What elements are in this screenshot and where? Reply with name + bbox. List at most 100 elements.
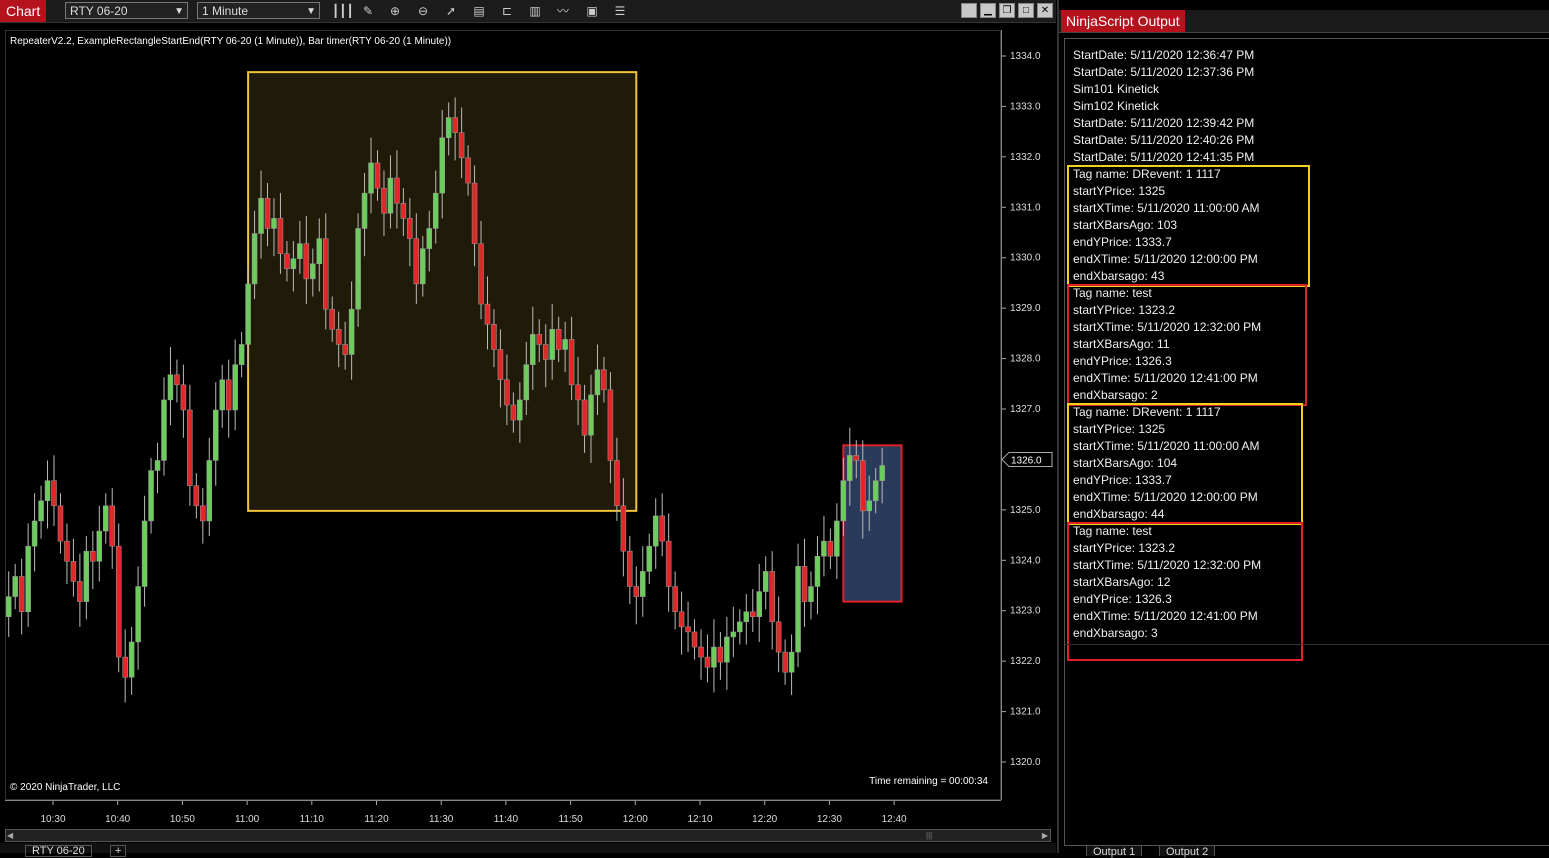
candle-body — [452, 117, 458, 133]
candle-body — [491, 324, 497, 350]
yellow-highlight-box — [1067, 165, 1310, 287]
time-axis[interactable]: 10:30 10:40 10:50 11:00 11:10 11:20 11:30 11:40… — [5, 800, 1001, 828]
candle-body — [730, 631, 737, 638]
candle-body — [232, 364, 238, 411]
tile-icon[interactable] — [961, 3, 977, 18]
candle-body — [109, 505, 115, 547]
yellow-highlight-box — [1067, 403, 1303, 525]
price-axis[interactable]: 1334.0 1333.0 1332.0 1331.0 1330.0 1329.0 1328… — [1001, 30, 1056, 800]
candle-body — [180, 384, 187, 411]
candle-body — [814, 556, 821, 587]
tab-output-1[interactable]: Output 1 — [1086, 845, 1143, 858]
candle-body — [808, 586, 814, 602]
scroll-left-icon[interactable]: ◀ — [7, 831, 13, 840]
instrument-select[interactable]: RTY 06-20 ▼ — [65, 2, 188, 19]
candle-body — [711, 646, 717, 668]
tab-output-2[interactable]: Output 2 — [1159, 845, 1216, 858]
output-text-panel[interactable]: StartDate: 5/11/2020 12:36:47 PM StartDat… — [1064, 38, 1549, 846]
candle-body — [329, 308, 335, 330]
candle-body — [213, 409, 219, 461]
candle-body — [607, 389, 614, 461]
menu-icon[interactable]: ☰ — [611, 3, 629, 19]
chart-toolbar: Chart RTY 06-20 ▼ 1 Minute ▼ ┃┃┃ ✎ ⊕ ⊖ ➚… — [0, 0, 1056, 23]
candle-body — [426, 228, 433, 249]
tab-rty[interactable]: RTY 06-20 — [25, 845, 92, 857]
candle-body — [872, 480, 879, 502]
time-remaining-text: Time remaining = 00:00:34 — [869, 776, 988, 787]
chart-scrollbar[interactable]: ◀ ||| ▶ — [5, 829, 1051, 842]
ninjascript-output-window: NinjaScript Output StartDate: 5/11/2020 … — [1057, 0, 1549, 858]
price-tick-label: 1322.0 — [1010, 656, 1041, 667]
time-tick-label: 11:50 — [558, 814, 583, 825]
candle-body — [478, 243, 484, 305]
price-tick-label: 1329.0 — [1010, 303, 1041, 314]
data-series-icon[interactable]: 〰 — [554, 3, 572, 19]
candle-body — [465, 157, 471, 184]
time-tick-label: 10:30 — [40, 814, 65, 825]
scroll-thumb[interactable]: ||| — [926, 831, 946, 840]
price-tick-label: 1332.0 — [1010, 152, 1041, 163]
candle-body — [724, 636, 730, 663]
candle-body — [284, 253, 290, 270]
properties-icon[interactable]: ▤ — [470, 3, 488, 19]
close-icon[interactable]: ✕ — [1037, 3, 1053, 18]
bars-type-icon[interactable]: ┃┃┃ — [332, 3, 354, 19]
strategies-icon[interactable]: ⊏ — [498, 3, 516, 19]
candle-body — [821, 540, 827, 557]
candle-body — [303, 243, 310, 280]
minimize-icon[interactable]: ▁ — [980, 3, 996, 18]
candle-body — [316, 238, 323, 265]
candle-body — [206, 460, 213, 522]
candle-body — [665, 540, 672, 587]
candle-body — [413, 238, 420, 285]
candle-body — [174, 374, 180, 386]
candle-body — [264, 197, 271, 229]
scroll-right-icon[interactable]: ▶ — [1042, 831, 1048, 840]
candle-body — [517, 399, 523, 421]
chart-plot-area[interactable]: RepeaterV2.2, ExampleRectangleStartEnd(R… — [5, 30, 1001, 800]
time-tick-label: 11:30 — [429, 814, 454, 825]
indicators-icon[interactable]: ▥ — [526, 3, 544, 19]
pointer-icon[interactable]: ➚ — [442, 3, 460, 19]
candle-body — [646, 545, 652, 572]
instrument-value: RTY 06-20 — [70, 4, 128, 18]
candle-body — [672, 586, 678, 612]
candle-body — [64, 540, 70, 562]
candle-body — [103, 505, 109, 532]
templates-icon[interactable]: ▣ — [583, 3, 601, 19]
candle-body — [387, 177, 394, 214]
draw-pencil-icon[interactable]: ✎ — [359, 3, 377, 19]
time-tick-label: 11:20 — [364, 814, 389, 825]
maximize-icon[interactable]: □ — [1018, 3, 1034, 18]
candle-body — [400, 202, 407, 219]
restore-icon[interactable]: ❐ — [999, 3, 1015, 18]
output-line: StartDate: 5/11/2020 12:39:42 PM — [1073, 116, 1255, 130]
output-line: StartDate: 5/11/2020 12:36:47 PM — [1073, 48, 1255, 62]
candle-body — [497, 349, 504, 381]
candle-body — [342, 344, 348, 355]
candle-body — [827, 540, 834, 557]
candle-body — [25, 545, 31, 612]
candle-body — [840, 480, 847, 522]
add-tab-button[interactable]: + — [110, 845, 127, 857]
output-title-tab[interactable]: NinjaScript Output — [1061, 10, 1185, 32]
candle-body — [704, 656, 711, 668]
candle-body — [238, 344, 245, 365]
price-tick-label: 1324.0 — [1010, 555, 1041, 566]
candle-body — [187, 409, 193, 486]
candlestick-chart — [6, 71, 903, 703]
zoom-in-icon[interactable]: ⊕ — [386, 3, 404, 19]
chart-title-tab[interactable]: Chart — [0, 0, 47, 22]
price-tick-label: 1333.0 — [1010, 101, 1041, 112]
candle-body — [445, 117, 452, 138]
candle-body — [866, 500, 872, 512]
candle-body — [219, 379, 225, 411]
output-line: Sim102 Kinetick — [1073, 99, 1160, 113]
candle-body — [154, 460, 161, 471]
chevron-down-icon: ▼ — [306, 6, 316, 17]
zoom-out-icon[interactable]: ⊖ — [414, 3, 432, 19]
candle-body — [258, 197, 264, 234]
interval-select[interactable]: 1 Minute ▼ — [197, 2, 320, 19]
time-tick-label: 11:00 — [235, 814, 260, 825]
candle-body — [51, 480, 57, 507]
